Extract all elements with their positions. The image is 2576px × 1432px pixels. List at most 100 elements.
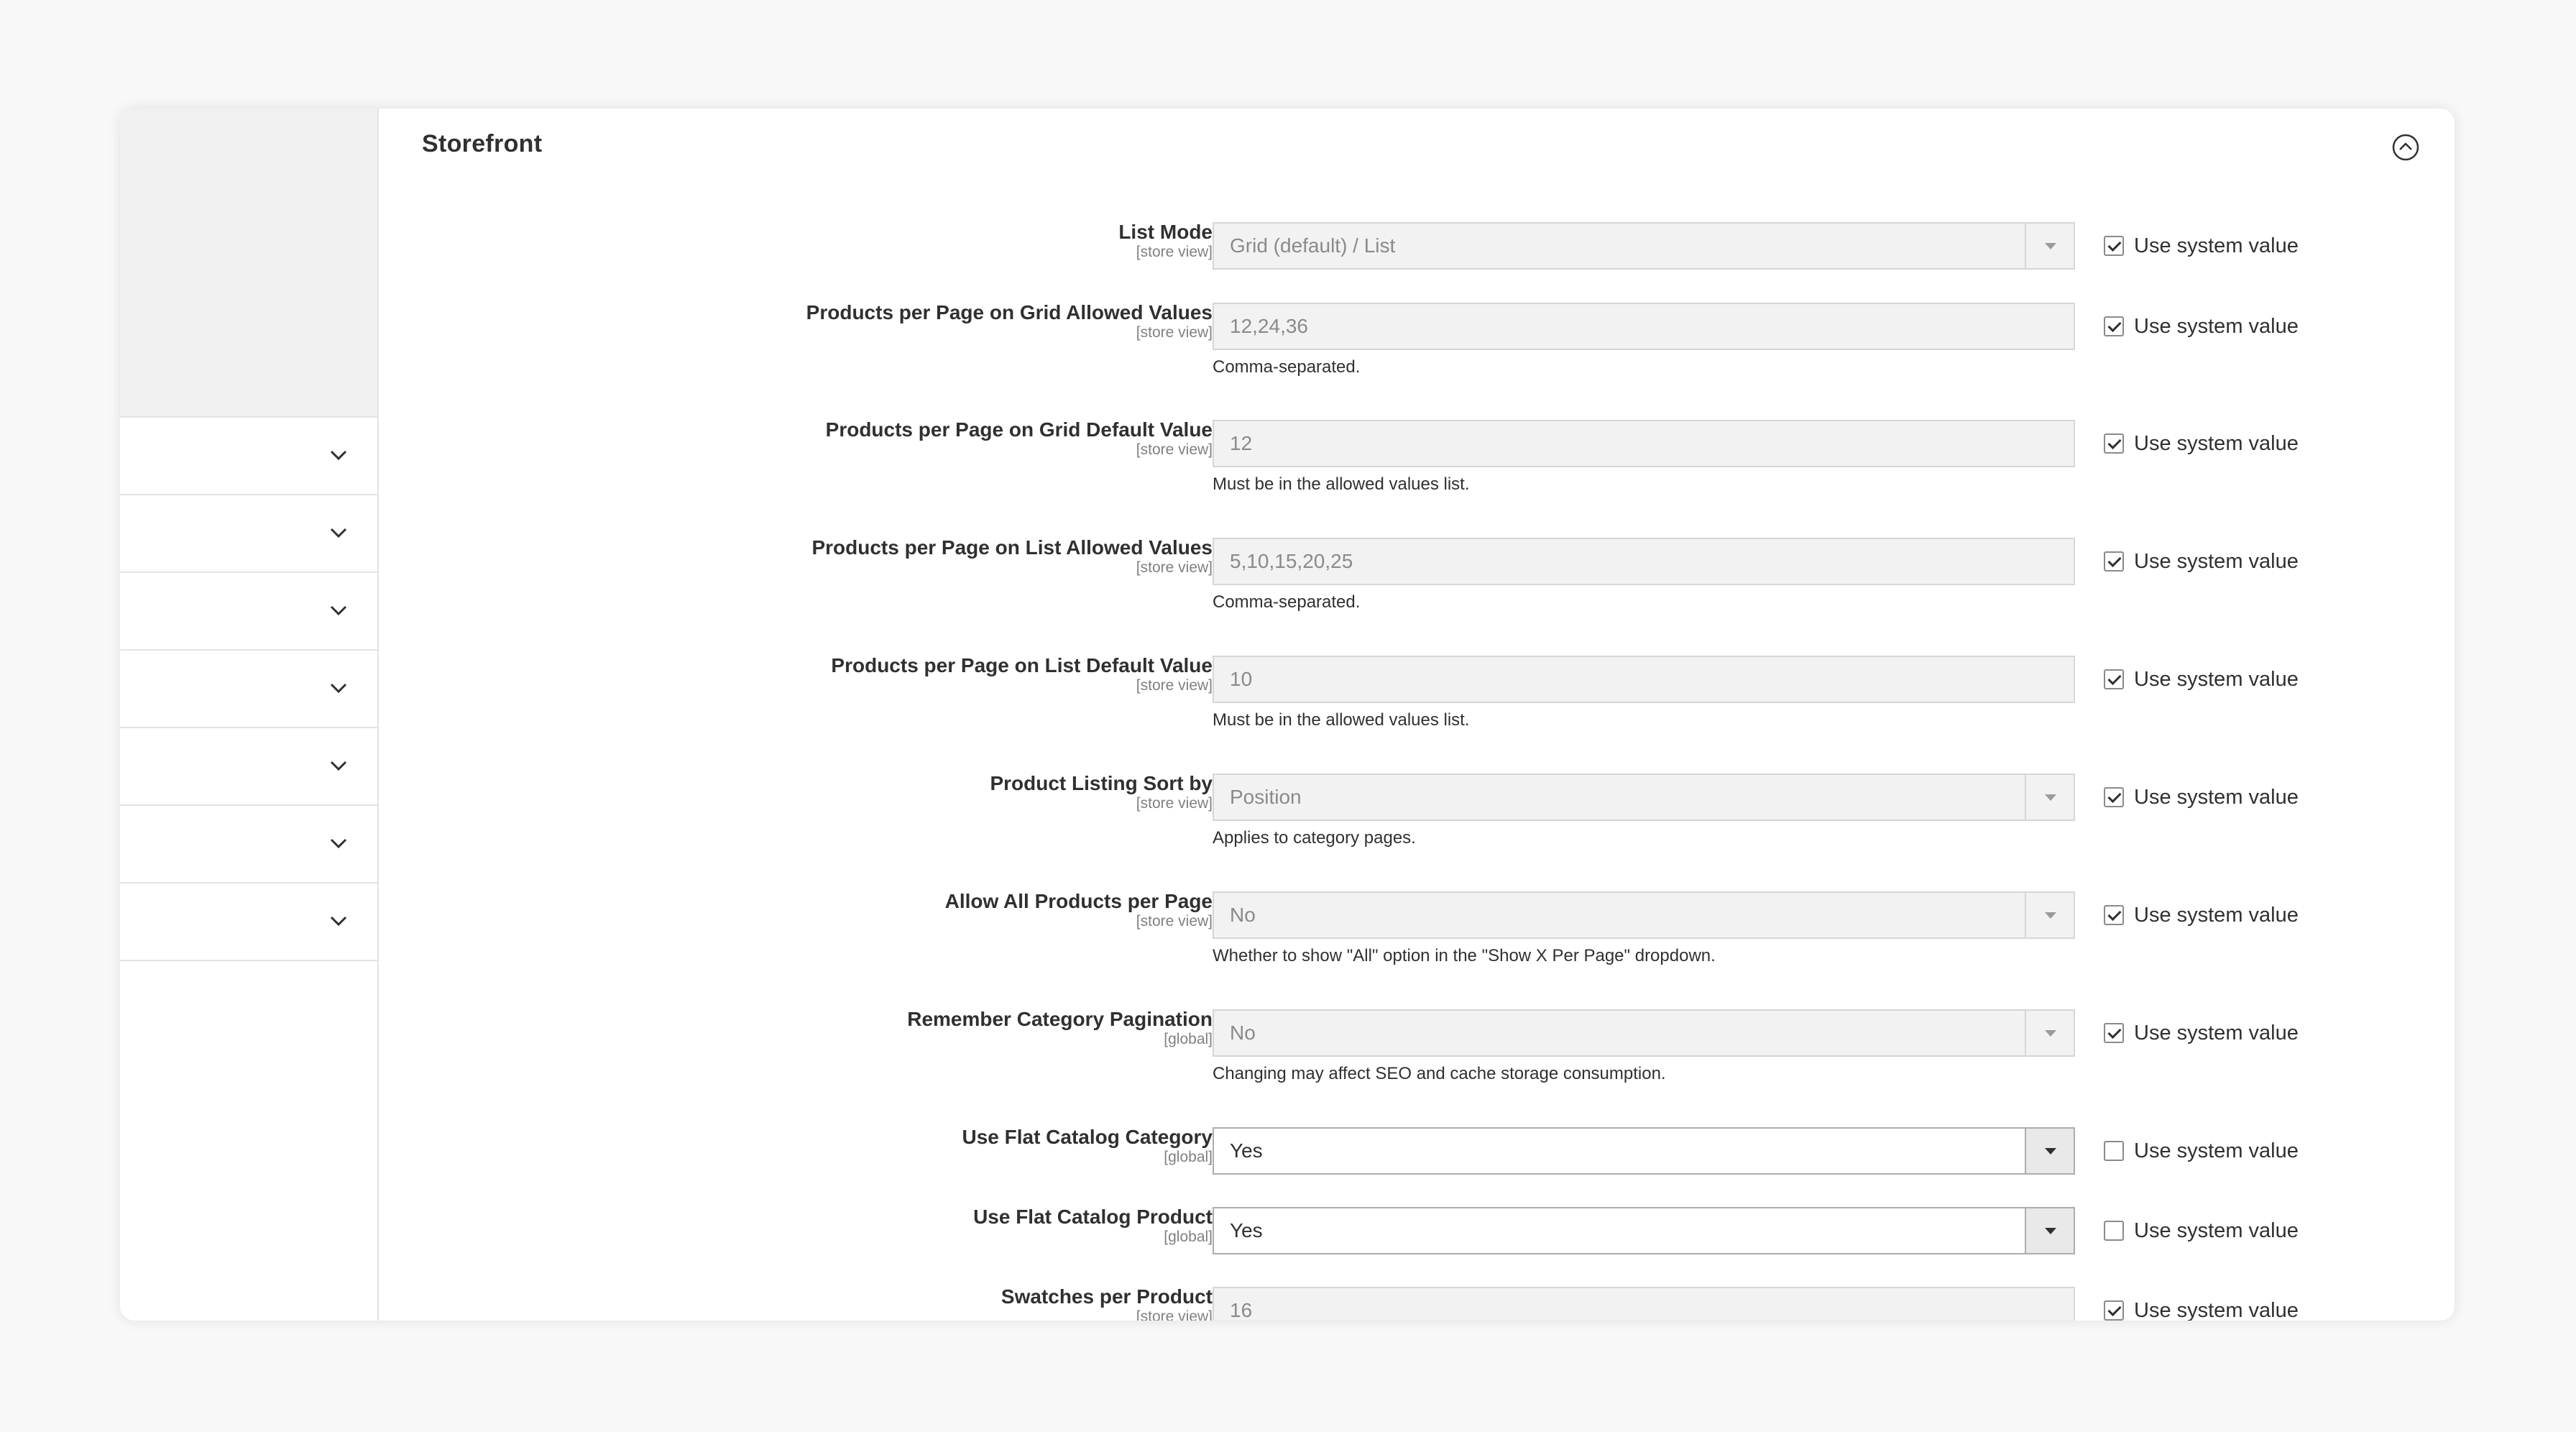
sidebar-item[interactable] bbox=[120, 573, 377, 651]
use-system-value-checkbox[interactable] bbox=[2104, 316, 2124, 336]
field-scope: [global] bbox=[1164, 1031, 1213, 1047]
field-label: Swatches per Product bbox=[1000, 1285, 1213, 1308]
use-system-value-label[interactable]: Use system value bbox=[2134, 550, 2299, 574]
use-system-value[interactable]: Use system value bbox=[2104, 785, 2299, 809]
use-system-value-label[interactable]: Use system value bbox=[2134, 1299, 2299, 1321]
field-label-group: Products per Page on Grid Allowed Values… bbox=[566, 300, 1213, 341]
use-system-value[interactable]: Use system value bbox=[2104, 431, 2299, 456]
sidebar bbox=[120, 109, 379, 1321]
chevron-down-icon bbox=[330, 605, 347, 616]
field-value: Yes bbox=[1230, 1219, 1263, 1241]
field-input[interactable]: 12,24,36 bbox=[1213, 303, 2075, 350]
use-system-value[interactable]: Use system value bbox=[2104, 1139, 2299, 1163]
field-input[interactable]: 5,10,15,20,25 bbox=[1213, 538, 2075, 585]
collapse-icon[interactable] bbox=[2391, 133, 2420, 162]
use-system-value-label[interactable]: Use system value bbox=[2134, 904, 2299, 927]
field-value: 10 bbox=[1230, 668, 1253, 690]
use-system-value-label[interactable]: Use system value bbox=[2134, 1022, 2299, 1045]
use-system-value[interactable]: Use system value bbox=[2104, 1298, 2299, 1321]
use-system-value-checkbox[interactable] bbox=[2104, 669, 2124, 689]
field-value: No bbox=[1230, 904, 1256, 926]
field-scope: [store view] bbox=[1136, 795, 1213, 812]
field-note: Applies to category pages. bbox=[1213, 828, 1416, 848]
field-select[interactable]: Grid (default) / List bbox=[1213, 222, 2075, 270]
sidebar-item[interactable] bbox=[120, 418, 377, 495]
use-system-value-checkbox[interactable] bbox=[2104, 1023, 2124, 1043]
use-system-value-checkbox[interactable] bbox=[2104, 787, 2124, 807]
field-input[interactable]: 16 bbox=[1213, 1287, 2075, 1321]
sidebar-item[interactable] bbox=[120, 651, 377, 728]
field-label: Products per Page on Grid Default Value bbox=[825, 418, 1213, 441]
field-label: List Mode bbox=[1118, 221, 1213, 243]
field-label: Products per Page on List Default Value bbox=[831, 654, 1213, 676]
section-title[interactable]: Storefront bbox=[422, 130, 542, 158]
field-label-group: Products per Page on List Allowed Values… bbox=[566, 536, 1213, 576]
use-system-value-checkbox[interactable] bbox=[2104, 551, 2124, 572]
sidebar-item[interactable] bbox=[120, 495, 377, 573]
use-system-value-checkbox[interactable] bbox=[2104, 433, 2124, 454]
dropdown-arrow-icon[interactable] bbox=[2025, 893, 2074, 937]
use-system-value-label[interactable]: Use system value bbox=[2134, 432, 2299, 456]
use-system-value-label[interactable]: Use system value bbox=[2134, 668, 2299, 692]
use-system-value[interactable]: Use system value bbox=[2104, 314, 2299, 339]
field-value: 12 bbox=[1230, 432, 1253, 454]
chevron-down-icon bbox=[330, 683, 347, 694]
dropdown-arrow-icon[interactable] bbox=[2025, 1129, 2074, 1173]
field-select[interactable]: Yes bbox=[1213, 1207, 2075, 1254]
field-scope: [store view] bbox=[1136, 441, 1213, 458]
use-system-value[interactable]: Use system value bbox=[2104, 1021, 2299, 1045]
field-note: Must be in the allowed values list. bbox=[1213, 474, 1470, 494]
field-label: Remember Category Pagination bbox=[907, 1008, 1213, 1030]
field-value: Grid (default) / List bbox=[1230, 234, 1396, 257]
field-input[interactable]: 12 bbox=[1213, 420, 2075, 467]
dropdown-arrow-icon[interactable] bbox=[2025, 775, 2074, 820]
field-value: 16 bbox=[1230, 1299, 1253, 1321]
dropdown-arrow-icon[interactable] bbox=[2025, 1208, 2074, 1253]
use-system-value-checkbox[interactable] bbox=[2104, 1141, 2124, 1161]
sidebar-item[interactable] bbox=[120, 883, 377, 961]
field-select[interactable]: No bbox=[1213, 891, 2075, 939]
use-system-value-label[interactable]: Use system value bbox=[2134, 1219, 2299, 1243]
use-system-value-checkbox[interactable] bbox=[2104, 1221, 2124, 1241]
sidebar-item[interactable] bbox=[120, 728, 377, 806]
use-system-value[interactable]: Use system value bbox=[2104, 549, 2299, 574]
use-system-value-label[interactable]: Use system value bbox=[2134, 315, 2299, 339]
use-system-value-checkbox[interactable] bbox=[2104, 236, 2124, 256]
field-value: Position bbox=[1230, 786, 1302, 808]
chevron-down-icon bbox=[330, 528, 347, 538]
sidebar-header bbox=[120, 109, 377, 418]
use-system-value-checkbox[interactable] bbox=[2104, 1300, 2124, 1321]
dropdown-arrow-icon[interactable] bbox=[2025, 1011, 2074, 1055]
field-scope: [global] bbox=[1164, 1149, 1213, 1165]
field-select[interactable]: Position bbox=[1213, 774, 2075, 821]
field-label: Products per Page on Grid Allowed Values bbox=[806, 301, 1213, 323]
use-system-value-label[interactable]: Use system value bbox=[2134, 786, 2299, 809]
field-note: Must be in the allowed values list. bbox=[1213, 710, 1470, 730]
field-label: Products per Page on List Allowed Values bbox=[811, 536, 1213, 559]
use-system-value[interactable]: Use system value bbox=[2104, 1218, 2299, 1243]
field-select[interactable]: Yes bbox=[1213, 1127, 2075, 1175]
field-select[interactable]: No bbox=[1213, 1009, 2075, 1057]
field-note: Comma-separated. bbox=[1213, 592, 1361, 612]
sidebar-item[interactable] bbox=[120, 806, 377, 883]
field-label-group: Allow All Products per Page [store view] bbox=[566, 889, 1213, 930]
use-system-value-label[interactable]: Use system value bbox=[2134, 1139, 2299, 1163]
main-panel: Storefront List Mode [store view] Grid (de… bbox=[379, 109, 2455, 1321]
field-label-group: Remember Category Pagination [global] bbox=[566, 1007, 1213, 1047]
use-system-value-checkbox[interactable] bbox=[2104, 905, 2124, 925]
field-note: Changing may affect SEO and cache storag… bbox=[1213, 1064, 1666, 1083]
dropdown-arrow-icon[interactable] bbox=[2025, 224, 2074, 268]
use-system-value[interactable]: Use system value bbox=[2104, 667, 2299, 692]
use-system-value[interactable]: Use system value bbox=[2104, 234, 2299, 258]
use-system-value-label[interactable]: Use system value bbox=[2134, 234, 2299, 258]
chevron-down-icon bbox=[330, 838, 347, 849]
field-label: Product Listing Sort by bbox=[990, 772, 1213, 794]
field-value: Yes bbox=[1230, 1139, 1263, 1162]
field-label-group: Products per Page on Grid Default Value[… bbox=[566, 418, 1213, 458]
config-card: Storefront List Mode [store view] Grid (de… bbox=[120, 109, 2455, 1321]
field-scope: [store view] bbox=[1136, 1308, 1213, 1321]
field-label: Use Flat Catalog Category bbox=[962, 1126, 1213, 1148]
field-input[interactable]: 10 bbox=[1213, 656, 2075, 703]
chevron-down-icon bbox=[330, 916, 347, 927]
use-system-value[interactable]: Use system value bbox=[2104, 903, 2299, 927]
